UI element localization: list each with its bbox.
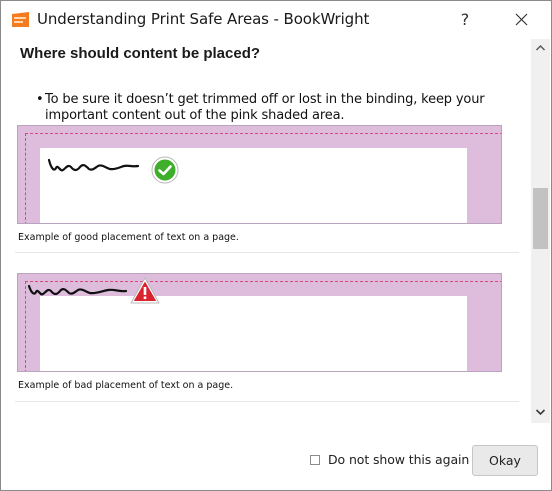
scroll-down-button[interactable] — [531, 403, 550, 421]
close-button[interactable] — [504, 5, 538, 35]
vertical-scrollbar[interactable] — [531, 39, 550, 423]
squiggle-text-sample — [47, 158, 140, 172]
close-icon — [504, 13, 538, 39]
dialog-window: Understanding Print Safe Areas - BookWri… — [0, 0, 552, 491]
title-bar: Understanding Print Safe Areas - BookWri… — [1, 1, 551, 39]
chevron-down-icon — [531, 408, 550, 425]
checkmark-icon — [151, 156, 179, 189]
okay-button[interactable]: Okay — [472, 445, 538, 476]
good-example-caption: Example of good placement of text on a p… — [18, 232, 239, 243]
help-button[interactable]: ? — [450, 5, 480, 35]
do-not-show-checkbox[interactable] — [310, 455, 320, 465]
divider — [15, 252, 519, 253]
bullet-dot: • — [36, 92, 44, 107]
page-safe-area — [40, 296, 467, 371]
divider — [15, 401, 519, 402]
window-title: Understanding Print Safe Areas - BookWri… — [37, 10, 370, 28]
scroll-thumb[interactable] — [533, 188, 548, 249]
bullet-item: • To be sure it doesn’t get trimmed off … — [36, 92, 515, 124]
squiggle-text-sample — [27, 284, 128, 296]
section-heading: Where should content be placed? — [20, 45, 261, 62]
scroll-content: Where should content be placed? • To be … — [1, 39, 531, 423]
warning-icon — [130, 277, 160, 310]
trim-guide-line — [25, 133, 26, 223]
do-not-show-label[interactable]: Do not show this again — [328, 452, 469, 467]
chevron-up-icon — [531, 44, 550, 61]
trim-guide-line — [25, 133, 501, 134]
bullet-text: To be sure it doesn’t get trimmed off or… — [45, 92, 485, 123]
bad-placement-image — [17, 273, 502, 372]
bad-example-caption: Example of bad placement of text on a pa… — [18, 380, 234, 391]
scroll-up-button[interactable] — [531, 39, 550, 57]
good-placement-image — [17, 125, 502, 224]
bookwright-logo-icon — [11, 10, 30, 29]
